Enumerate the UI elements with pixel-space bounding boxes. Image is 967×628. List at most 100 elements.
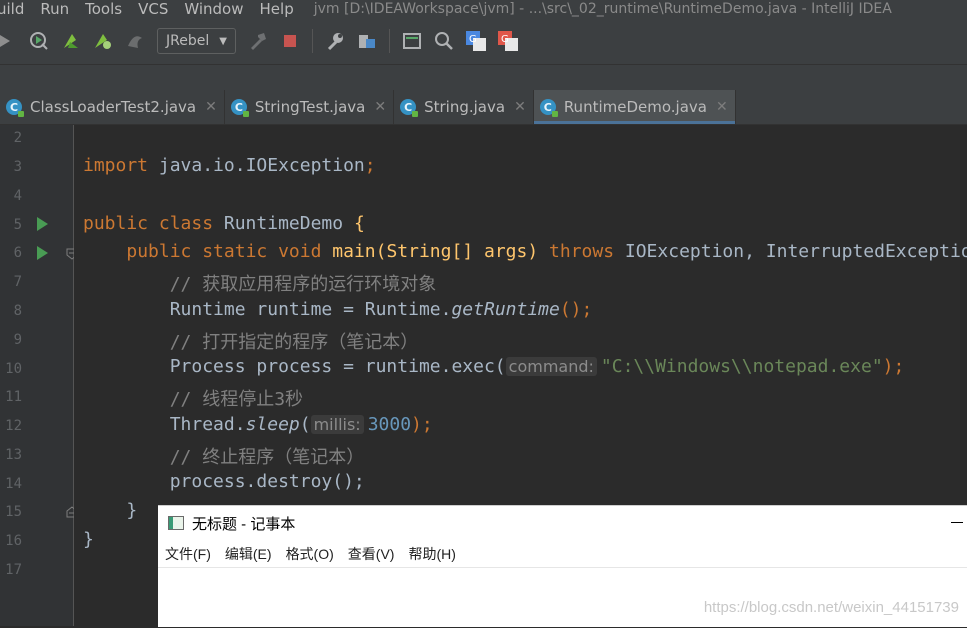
line-number: 17 (5, 562, 22, 578)
notepad-menu-edit[interactable]: 编辑(E) (225, 544, 272, 564)
jrebel-debug-icon[interactable] (90, 28, 116, 54)
notepad-menu-view[interactable]: 查看(V) (348, 544, 395, 564)
jrebel-run-icon[interactable] (58, 28, 84, 54)
line-number: 10 (5, 361, 22, 377)
run-coverage-icon[interactable] (26, 28, 52, 54)
code-line-13: // 终止程序（笔记本） (83, 447, 365, 468)
keyword: throws (549, 241, 615, 262)
wrench-icon[interactable] (322, 28, 348, 54)
code-line-12: Thread.sleep(millis: 3000); (83, 414, 433, 435)
code-text: Thread. (83, 414, 246, 435)
close-icon[interactable]: ✕ (514, 99, 526, 115)
tab-label: String.java (424, 98, 506, 116)
line-number: 9 (13, 332, 22, 348)
line-number: 13 (5, 447, 22, 463)
param-hint: millis: (310, 415, 364, 434)
code-line-10: Process process = runtime.exec(command: "… (83, 356, 905, 377)
code-text: RuntimeDemo (213, 213, 354, 234)
tab-runtimedemo[interactable]: C RuntimeDemo.java ✕ (533, 90, 736, 124)
code-text: (String[] args) (375, 241, 550, 262)
run-gutter-icon[interactable] (37, 246, 48, 260)
editor-gutter: 2 3 4 5 6 7 8 9 10 11 12 13 14 15 16 17 (0, 125, 78, 626)
stop-icon[interactable] (277, 28, 303, 54)
search-icon[interactable] (431, 28, 457, 54)
editor-tabs: C ClassLoaderTest2.java ✕ C StringTest.j… (0, 90, 967, 125)
tab-label: StringTest.java (254, 98, 366, 116)
toolbar: JRebel ▼ G G (0, 18, 967, 64)
code-text: IOException, InterruptedException (614, 241, 967, 262)
tab-classloadertest2[interactable]: C ClassLoaderTest2.java ✕ (0, 90, 225, 124)
keyword: ; (364, 155, 376, 176)
code-line-15: } (83, 500, 138, 521)
code-line-16: } (83, 529, 94, 550)
google-translate-icon[interactable]: G (463, 28, 489, 54)
code-text: ( (299, 414, 311, 435)
tab-stringtest[interactable]: C StringTest.java ✕ (225, 90, 395, 124)
method-name: main (321, 241, 376, 262)
notepad-menu-file[interactable]: 文件(F) (165, 544, 211, 564)
menu-tools[interactable]: Tools (85, 0, 122, 18)
line-number: 11 (5, 389, 22, 405)
punctuation: ); (882, 356, 905, 377)
hammer-icon[interactable] (245, 28, 271, 54)
navigation-bar (0, 64, 967, 91)
line-number: 14 (5, 476, 22, 492)
run-gutter-icon[interactable] (37, 217, 48, 231)
keyword: public class (83, 213, 214, 234)
menu-help[interactable]: Help (260, 0, 294, 18)
java-class-icon: C (230, 99, 249, 117)
line-number: 16 (5, 533, 22, 549)
window-title: jvm [D:\IDEAWorkspace\jvm] - ...\src\_02… (313, 1, 892, 17)
keyword: public static void (126, 241, 322, 262)
tab-label: RuntimeDemo.java (563, 98, 707, 116)
terminal-icon[interactable] (399, 28, 425, 54)
menu-build[interactable]: uild (0, 0, 24, 18)
code-line-7: // 获取应用程序的运行环境对象 (83, 274, 437, 295)
line-number: 4 (13, 188, 22, 204)
notepad-text-area[interactable] (158, 567, 967, 628)
code-line-6: public static void main(String[] args) t… (83, 241, 967, 262)
project-structure-icon[interactable] (354, 28, 380, 54)
code-line-8: Runtime runtime = Runtime.getRuntime(); (83, 299, 593, 320)
menu-vcs[interactable]: VCS (138, 0, 168, 18)
notepad-menu-bar: 文件(F) 编辑(E) 格式(O) 查看(V) 帮助(H) (158, 541, 967, 567)
number-literal: 3000 (367, 414, 412, 435)
punctuation: ); (411, 414, 433, 435)
minimize-icon[interactable] (951, 522, 963, 523)
notepad-menu-format[interactable]: 格式(O) (286, 544, 334, 564)
jrebel-label: JRebel (166, 33, 210, 49)
close-icon[interactable]: ✕ (374, 99, 386, 115)
line-number: 7 (13, 274, 22, 290)
toolbar-separator (311, 29, 313, 53)
tab-label: ClassLoaderTest2.java (30, 98, 197, 116)
menu-run[interactable]: Run (40, 0, 69, 18)
translate-icon[interactable]: G (495, 28, 521, 54)
close-icon[interactable]: ✕ (205, 99, 217, 115)
watermark: https://blog.csdn.net/weixin_44151739 (703, 599, 959, 616)
line-number: 15 (5, 504, 22, 520)
notepad-window[interactable]: 无标题 - 记事本 文件(F) 编辑(E) 格式(O) 查看(V) 帮助(H) … (158, 505, 967, 627)
menu-window[interactable]: Window (184, 0, 243, 18)
java-class-icon: C (6, 99, 24, 117)
code-line-3: import java.io.IOException; (83, 155, 376, 176)
param-hint: command: (505, 357, 597, 376)
build-arrow-icon[interactable] (0, 28, 20, 54)
line-number: 5 (13, 217, 22, 233)
line-number: 12 (5, 418, 22, 434)
code-line-9: // 打开指定的程序（笔记本） (83, 332, 419, 353)
notepad-title-bar[interactable]: 无标题 - 记事本 (158, 506, 967, 540)
menu-bar: uild Run Tools VCS Window Help jvm [D:\I… (0, 0, 967, 18)
java-class-icon: C (539, 99, 558, 117)
jrebel-icon[interactable] (122, 28, 148, 54)
line-number: 2 (13, 130, 22, 146)
close-icon[interactable]: ✕ (716, 99, 728, 115)
brace: { (353, 213, 365, 234)
string-literal: "C:\\Windows\\notepad.exe" (600, 356, 883, 377)
toolbar-separator (388, 29, 390, 53)
code-line-11: // 线程停止3秒 (83, 389, 304, 410)
punctuation: (); (559, 299, 593, 320)
jrebel-dropdown[interactable]: JRebel ▼ (157, 28, 236, 54)
tab-string[interactable]: C String.java ✕ (394, 90, 534, 124)
notepad-menu-help[interactable]: 帮助(H) (408, 544, 455, 564)
